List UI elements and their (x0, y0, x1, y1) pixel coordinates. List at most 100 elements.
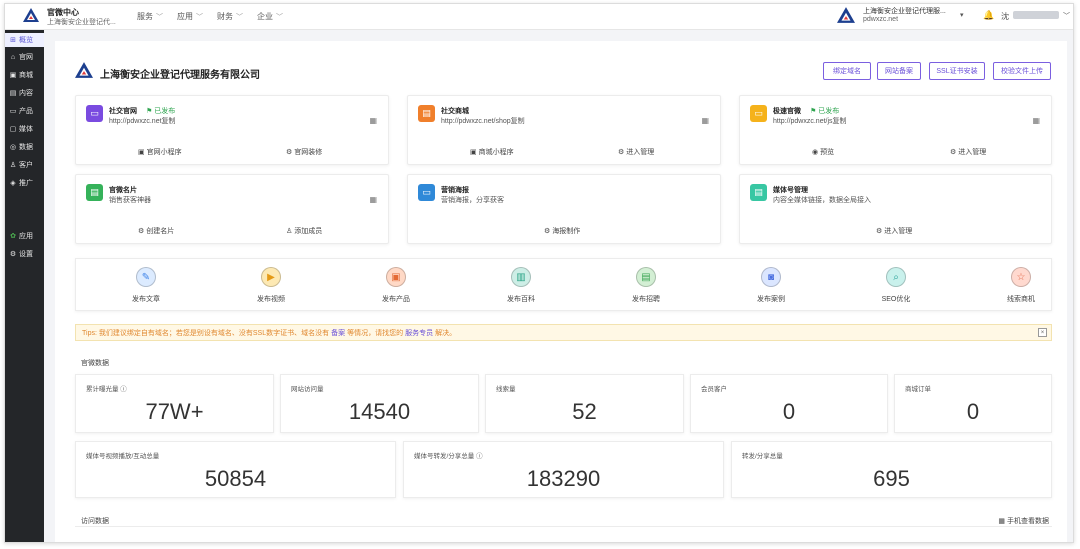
nav-enterprise[interactable]: 企业 ﹀ (257, 11, 283, 22)
make-poster-link[interactable]: ⚙ 海报制作 (544, 226, 580, 236)
qrcode-icon[interactable]: ▦ (369, 195, 377, 204)
nav-service[interactable]: 服务 ﹀ (137, 11, 163, 22)
site-filing-button[interactable]: 网站备案 (877, 62, 921, 80)
top-bar: 官微中心 上海衡安企业登记代... 服务 ﹀ 应用 ﹀ 财务 ﹀ 企业 ﹀ 上海衡安企业… (5, 4, 1073, 30)
bell-icon[interactable]: 🔔 (983, 10, 994, 21)
media-manage-link[interactable]: ⚙ 进入管理 (876, 226, 912, 236)
nav-apps[interactable]: 应用 ﹀ (177, 11, 203, 22)
publish-article-button[interactable]: ✎ 发布文章 (106, 267, 186, 304)
create-card-link[interactable]: ⚙ 创建名片 (138, 226, 174, 236)
gear-icon: ⚙ (544, 228, 551, 235)
sidebar-item-website[interactable]: ⌂ 官网 (5, 50, 44, 64)
edit-icon: ✎ (136, 267, 156, 287)
account-domain: pdwxzc.net (863, 16, 899, 23)
media-icon: ▢ (9, 126, 17, 133)
sidebar-item-apps[interactable]: ✿ 应用 (5, 229, 44, 243)
sidebar-item-content[interactable]: ▤ 内容 (5, 86, 44, 100)
chevron-down-icon[interactable]: ﹀ (1063, 11, 1070, 21)
gift-icon: ▣ (386, 267, 406, 287)
add-user-icon: ♙ (286, 228, 293, 235)
miniprogram-icon: ▣ (138, 149, 145, 156)
chevron-down-icon: ﹀ (236, 14, 243, 21)
stat-value: 50854 (204, 466, 267, 491)
qrcode-icon[interactable]: ▦ (1032, 116, 1040, 125)
stat-value: 0 (782, 399, 796, 424)
sidebar-item-settings[interactable]: ⚙ 设置 (5, 247, 44, 261)
media-icon: ▤ (750, 184, 767, 201)
stat-label: 累计曝光量 ⓘ (86, 386, 127, 393)
fast-site-manage-link[interactable]: ⚙ 进入管理 (950, 147, 986, 157)
card-url[interactable]: http://pdwxzc.net/shop复制 (441, 116, 525, 126)
sidebar-item-shop[interactable]: ▣ 商城 (5, 68, 44, 82)
chevron-down-icon: ﹀ (196, 14, 203, 21)
tips-text: 等情况，请找您的 (347, 329, 404, 337)
card-url[interactable]: http://pdwxzc.net/js复制 (773, 116, 847, 126)
website-icon: ▭ (86, 105, 103, 122)
quick-label: 发布产品 (382, 296, 410, 303)
nav-finance[interactable]: 财务 ﹀ (217, 11, 243, 22)
website-decorate-link[interactable]: ⚙ 官网装修 (286, 147, 322, 157)
publish-case-button[interactable]: ◙ 发布案例 (731, 267, 811, 304)
sidebar-item-data[interactable]: ◎ 数据 (5, 140, 44, 154)
phone-view-data-link[interactable]: ▦ 手机查看数据 (998, 516, 1049, 526)
search-icon: ⌕ (886, 267, 906, 287)
grid-icon: ⊞ (10, 37, 16, 44)
close-icon[interactable]: × (1038, 328, 1047, 337)
publish-wiki-button[interactable]: ▥ 发布百科 (481, 267, 561, 304)
publish-product-button[interactable]: ▣ 发布产品 (356, 267, 436, 304)
preview-link[interactable]: ◉ 预览 (812, 147, 834, 157)
stat-value: 0 (966, 399, 980, 424)
sidebar-item-promotion[interactable]: ◈ 推广 (5, 176, 44, 190)
gear-icon: ⚙ (618, 149, 625, 156)
poster-icon: ▭ (418, 184, 435, 201)
qrcode-icon[interactable]: ▦ (369, 116, 377, 125)
brand-logo-icon[interactable] (23, 8, 39, 22)
upload-verify-file-button[interactable]: 校验文件上传 (993, 62, 1051, 80)
business-card-icon: ▤ (86, 184, 103, 201)
add-member-link[interactable]: ♙ 添加成员 (286, 226, 322, 236)
card-media-management: ▤ 媒体号管理 内容全媒体链接，数据全局接入 ⚙ 进入管理 (739, 174, 1052, 244)
quick-label: SEO优化 (881, 296, 911, 303)
shop-manage-link[interactable]: ⚙ 进入管理 (618, 147, 654, 157)
card-social-website: ▭ 社交官网 ⚑ 已发布 http://pdwxzc.net复制 ▦ ▣ 官网小… (75, 95, 389, 165)
service-agent-link[interactable]: 服务专员 (405, 328, 433, 338)
file-icon: ▤ (9, 90, 17, 97)
bind-domain-button[interactable]: 绑定域名 (823, 62, 871, 80)
stat-exposure: 累计曝光量 ⓘ 77W+ (75, 374, 274, 433)
stat-shares: 转发/分享总量 695 (731, 441, 1052, 498)
publish-job-button[interactable]: ▤ 发布招聘 (606, 267, 686, 304)
account-caret-icon[interactable]: ▾ (960, 11, 964, 19)
ssl-install-button[interactable]: SSL证书安装 (929, 62, 985, 80)
user-name[interactable]: 沈 (1001, 11, 1009, 22)
shop-miniprogram-link[interactable]: ▣ 商城小程序 (470, 147, 514, 157)
play-icon: ▶ (261, 267, 281, 287)
card-marketing-poster: ▭ 营销海报 营销海报，分享获客 ⚙ 海报制作 (407, 174, 721, 244)
sidebar-item-overview[interactable]: ⊞ 概览 (5, 33, 44, 47)
leads-button[interactable]: ☆ 线索商机 (981, 267, 1061, 304)
top-nav: 服务 ﹀ 应用 ﹀ 财务 ﹀ 企业 ﹀ (137, 11, 283, 22)
account-name[interactable]: 上海衡安企业登记代理服... (863, 6, 946, 16)
quick-actions: ✎ 发布文章 ▶ 发布视频 ▣ 发布产品 ▥ 发布百科 ▤ 发布招聘 ◙ 发布案… (75, 258, 1052, 311)
qrcode-icon: ▦ (998, 518, 1006, 525)
user-name-redacted (1013, 11, 1059, 19)
qrcode-icon[interactable]: ▦ (701, 116, 709, 125)
visit-data-title: 访问数据 (81, 518, 109, 525)
box-icon: ▭ (9, 108, 17, 115)
publish-video-button[interactable]: ▶ 发布视频 (231, 267, 311, 304)
stat-label: 转发/分享总量 (742, 453, 783, 460)
website-miniprogram-link[interactable]: ▣ 官网小程序 (138, 147, 182, 157)
tips-banner: Tips: 我们建议绑定自有域名；若您是别设有域名、没有SSL数字证书、域名没有… (75, 324, 1052, 341)
stat-members: 会员客户 0 (690, 374, 888, 433)
stat-label: 会员客户 (701, 386, 727, 393)
apps-icon: ✿ (10, 233, 16, 240)
card-title: 营销海报 (441, 187, 469, 194)
company-logo-icon (75, 62, 93, 78)
sidebar-item-media[interactable]: ▢ 媒体 (5, 122, 44, 136)
filing-link[interactable]: 备案 (331, 328, 345, 338)
stat-media-shares: 媒体号转发/分享总量 ⓘ 183290 (403, 441, 724, 498)
eye-icon: ◉ (812, 149, 819, 156)
seo-optimize-button[interactable]: ⌕ SEO优化 (856, 267, 936, 304)
sidebar-item-customer[interactable]: ♙ 客户 (5, 158, 44, 172)
card-url[interactable]: http://pdwxzc.net复制 (109, 116, 176, 126)
sidebar-item-product[interactable]: ▭ 产品 (5, 104, 44, 118)
